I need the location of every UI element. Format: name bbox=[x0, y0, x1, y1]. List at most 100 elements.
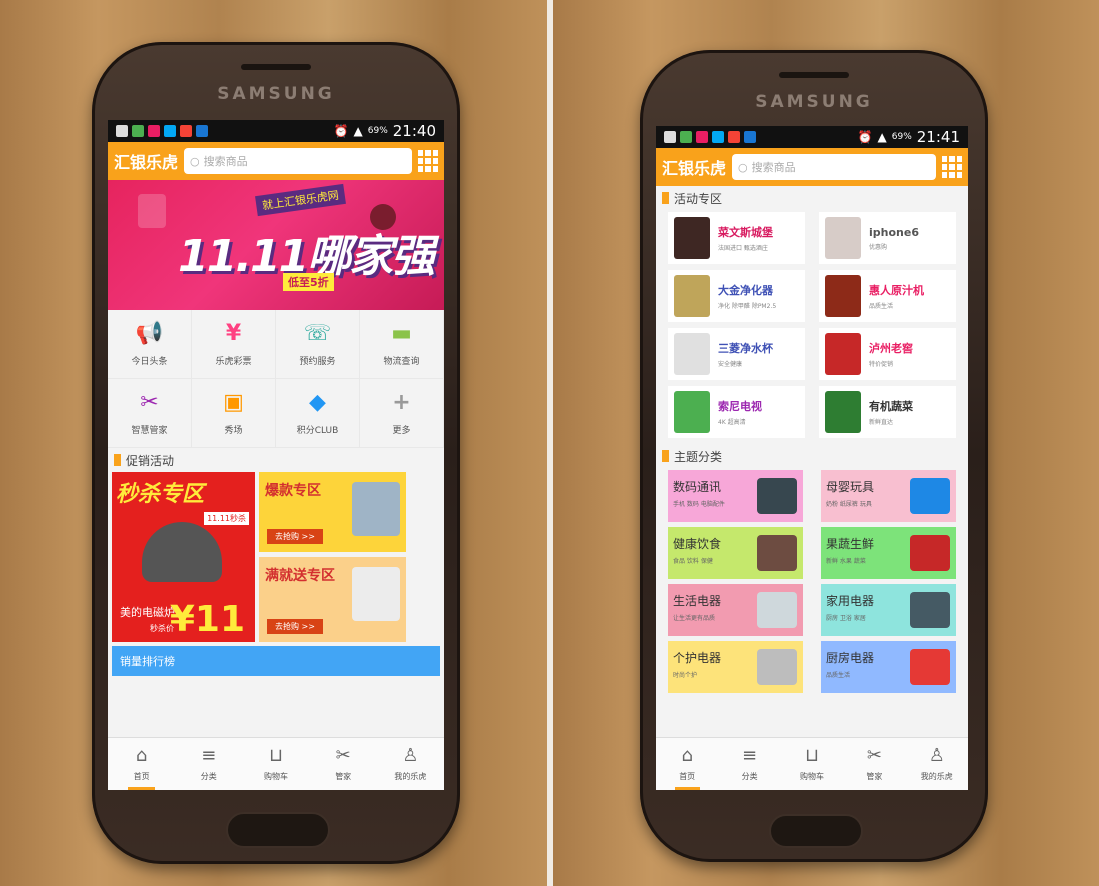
promo-banner[interactable]: 就上汇银乐虎网 11.11哪家强 低至5折 bbox=[108, 180, 444, 310]
section-title: 促销活动 bbox=[126, 453, 175, 468]
qr-scan-icon[interactable] bbox=[942, 156, 962, 178]
section-title: 主题分类 bbox=[674, 449, 723, 464]
search-input[interactable]: ○ 搜索商品 bbox=[184, 148, 412, 174]
grid-item[interactable]: + 更多 bbox=[360, 379, 444, 448]
wechat-icon bbox=[680, 131, 692, 143]
grid-item-label: 物流查询 bbox=[383, 356, 420, 367]
hot-title: 爆款专区 bbox=[265, 483, 321, 499]
hot-card[interactable]: 爆款专区 去抢购 >> bbox=[259, 472, 406, 552]
theme-card[interactable]: 母婴玩具 奶粉 纸尿裤 玩具 bbox=[821, 470, 956, 522]
app-logo: 汇银乐虎 bbox=[114, 153, 179, 172]
tab-list[interactable]: ≡ 分类 bbox=[175, 738, 242, 790]
theme-card[interactable]: 生活电器 让生活更有品质 bbox=[668, 584, 803, 636]
product-image bbox=[825, 217, 861, 259]
activity-card[interactable]: 惠人原汁机 品质生活 bbox=[819, 270, 956, 322]
theme-name: 家用电器 bbox=[826, 594, 875, 608]
qr-scan-icon[interactable] bbox=[418, 150, 438, 172]
tab-label: 首页 bbox=[133, 771, 150, 781]
product-image bbox=[910, 535, 950, 571]
activity-name: 有机蔬菜 bbox=[869, 400, 913, 413]
tab-cart[interactable]: ⊔ 购物车 bbox=[242, 738, 309, 790]
feature-grid: 📢 今日头条 ¥ 乐虎彩票 ☏ 预约服务 ▬ 物流查询 ✂ 智慧管家 ▣ 秀场 ◆ 积分CLUB + 更多 bbox=[108, 310, 444, 448]
tab-user[interactable]: ♙ 我的乐虎 bbox=[377, 738, 444, 790]
activity-card[interactable]: 三菱净水杯 安全健康 bbox=[668, 328, 805, 380]
speaker bbox=[241, 64, 311, 70]
product-image bbox=[757, 478, 797, 514]
theme-card[interactable]: 个护电器 时尚个护 bbox=[668, 641, 803, 693]
home-button[interactable] bbox=[769, 814, 863, 848]
tab-user[interactable]: ♙ 我的乐虎 bbox=[906, 738, 968, 790]
activity-card[interactable]: 菜文斯城堡 法国进口 甄选酒庄 bbox=[668, 212, 805, 264]
tab-label: 分类 bbox=[741, 771, 758, 781]
search-input[interactable]: ○ 搜索商品 bbox=[732, 154, 936, 180]
tab-label: 分类 bbox=[200, 771, 217, 781]
activity-name: 索尼电视 bbox=[718, 400, 762, 413]
tab-wrench[interactable]: ✂ 管家 bbox=[310, 738, 377, 790]
tab-list[interactable]: ≡ 分类 bbox=[718, 738, 780, 790]
grid-item[interactable]: ✂ 智慧管家 bbox=[108, 379, 192, 448]
alarm-icon: ⏰ bbox=[857, 130, 873, 144]
tab-label: 我的乐虎 bbox=[920, 771, 953, 781]
phone-right: SAMSUNG ⏰ ▲ 69% 21:41 汇银乐虎 ○ 搜索商品 活动专区 菜… bbox=[640, 50, 988, 862]
activity-name: 惠人原汁机 bbox=[869, 284, 924, 297]
list-icon: ≡ bbox=[201, 744, 217, 766]
cart-icon: ⊔ bbox=[804, 744, 820, 766]
brand-logo: SAMSUNG bbox=[755, 92, 873, 112]
plus-icon: + bbox=[392, 390, 411, 415]
notification-icon bbox=[664, 131, 676, 143]
theme-card[interactable]: 数码通讯 手机 数码 电脑配件 bbox=[668, 470, 803, 522]
theme-name: 个护电器 bbox=[673, 651, 722, 665]
grid-item[interactable]: 📢 今日头条 bbox=[108, 310, 192, 379]
seckill-date: 11.11秒杀 bbox=[204, 512, 249, 525]
activity-card[interactable]: 泸州老窖 特价促销 bbox=[819, 328, 956, 380]
seckill-card[interactable]: 秒杀专区 11.11秒杀 美的电磁炉 秒杀价 ¥11 bbox=[112, 472, 255, 642]
app-icon bbox=[196, 125, 208, 137]
tab-label: 我的乐虎 bbox=[394, 771, 427, 781]
theme-card[interactable]: 家用电器 厨房 卫浴 家居 bbox=[821, 584, 956, 636]
grid-item[interactable]: ◆ 积分CLUB bbox=[276, 379, 360, 448]
activity-card[interactable]: 索尼电视 4K 超高清 bbox=[668, 386, 805, 438]
theme-card[interactable]: 健康饮食 食品 饮料 保健 bbox=[668, 527, 803, 579]
top-bar: 汇银乐虎 ○ 搜索商品 bbox=[108, 142, 444, 180]
gift-buy-button[interactable]: 去抢购 >> bbox=[267, 619, 323, 634]
theme-sub: 奶粉 纸尿裤 玩具 bbox=[826, 501, 872, 508]
product-image bbox=[825, 275, 861, 317]
tab-wrench[interactable]: ✂ 管家 bbox=[843, 738, 905, 790]
tab-cart[interactable]: ⊔ 购物车 bbox=[781, 738, 843, 790]
wrench-icon: ✂ bbox=[866, 744, 882, 766]
theme-sub: 新鲜 水果 蔬菜 bbox=[826, 558, 866, 565]
section-header: 主题分类 bbox=[656, 444, 968, 468]
activity-grid: 菜文斯城堡 法国进口 甄选酒庄 iphone6 优惠购 大金净化器 净化 除甲醛 除PM2… bbox=[656, 210, 968, 438]
gift-title: 满就送专区 bbox=[265, 568, 335, 584]
app-icon bbox=[164, 125, 176, 137]
grid-item-label: 今日头条 bbox=[131, 356, 168, 367]
ranking-banner[interactable]: 销量排行榜 bbox=[112, 646, 440, 676]
home-button[interactable] bbox=[226, 812, 330, 848]
app-icon bbox=[148, 125, 160, 137]
seckill-item: 美的电磁炉 bbox=[120, 606, 175, 619]
grid-item[interactable]: ▬ 物流查询 bbox=[360, 310, 444, 379]
activity-card[interactable]: 大金净化器 净化 除甲醛 除PM2.5 bbox=[668, 270, 805, 322]
grid-item[interactable]: ▣ 秀场 bbox=[192, 379, 276, 448]
grid-item-label: 积分CLUB bbox=[296, 425, 339, 436]
activity-card[interactable]: iphone6 优惠购 bbox=[819, 212, 956, 264]
hot-buy-button[interactable]: 去抢购 >> bbox=[267, 529, 323, 544]
activity-card[interactable]: 有机蔬菜 新鲜直达 bbox=[819, 386, 956, 438]
activity-sub: 新鲜直达 bbox=[869, 419, 894, 426]
app-icon bbox=[696, 131, 708, 143]
product-image bbox=[352, 567, 400, 621]
photos-icon: ▣ bbox=[223, 390, 244, 415]
product-image bbox=[674, 333, 710, 375]
theme-card[interactable]: 果蔬生鲜 新鲜 水果 蔬菜 bbox=[821, 527, 956, 579]
seckill-title: 秒杀专区 bbox=[116, 482, 205, 507]
grid-item[interactable]: ☏ 预约服务 bbox=[276, 310, 360, 379]
tab-home[interactable]: ⌂ 首页 bbox=[656, 738, 718, 790]
tab-home[interactable]: ⌂ 首页 bbox=[108, 738, 175, 790]
notification-icon bbox=[116, 125, 128, 137]
grid-item[interactable]: ¥ 乐虎彩票 bbox=[192, 310, 276, 379]
section-title: 活动专区 bbox=[674, 191, 723, 206]
gift-card[interactable]: 满就送专区 去抢购 >> bbox=[259, 557, 406, 642]
theme-sub: 品质生活 bbox=[826, 672, 851, 679]
theme-card[interactable]: 厨房电器 品质生活 bbox=[821, 641, 956, 693]
product-image bbox=[757, 649, 797, 685]
